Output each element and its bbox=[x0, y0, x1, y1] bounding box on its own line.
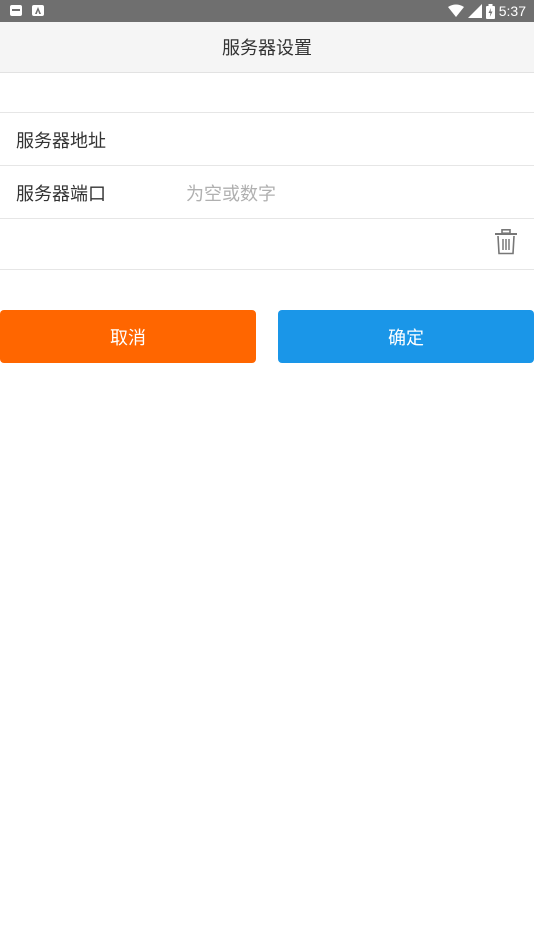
cancel-button[interactable]: 取消 bbox=[0, 310, 256, 363]
server-port-input[interactable] bbox=[186, 181, 506, 207]
page-title: 服务器设置 bbox=[222, 38, 312, 59]
app-bar: 服务器设置 bbox=[0, 22, 534, 73]
battery-icon bbox=[485, 3, 495, 19]
status-bar-left bbox=[10, 5, 44, 16]
status-bar-right: 5:37 bbox=[447, 2, 526, 20]
server-port-label: 服务器端口 bbox=[16, 184, 106, 205]
form-row-delete bbox=[0, 219, 534, 270]
status-bar: 5:37 bbox=[0, 0, 534, 22]
server-address-label: 服务器地址 bbox=[16, 131, 106, 152]
android-debug-icon bbox=[10, 5, 22, 16]
wifi-icon bbox=[447, 4, 464, 17]
server-address-input[interactable] bbox=[186, 127, 506, 153]
trash-icon[interactable] bbox=[494, 229, 518, 255]
confirm-button[interactable]: 确定 bbox=[278, 310, 534, 363]
form-row-server-port: 服务器端口 bbox=[0, 166, 534, 219]
status-time: 5:37 bbox=[498, 3, 526, 19]
blank-field[interactable] bbox=[16, 81, 516, 105]
form-row-server-address: 服务器地址 bbox=[0, 113, 534, 166]
form-row-blank bbox=[0, 73, 534, 113]
text-a-icon bbox=[32, 5, 44, 16]
cell-signal-icon bbox=[467, 4, 482, 18]
